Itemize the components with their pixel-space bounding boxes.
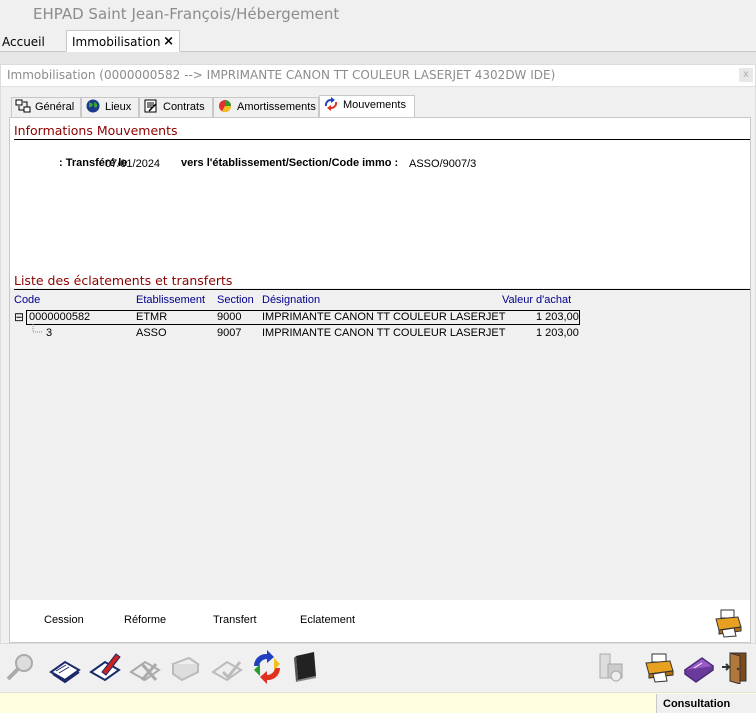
bottom-toolbar	[0, 648, 756, 690]
panel-title-text: Immobilisation (0000000582 --> IMPRIMANT…	[7, 68, 556, 82]
cell-designation: IMPRIMANTE CANON TT COULEUR LASERJET	[262, 311, 506, 323]
table-row[interactable]: 3 ASSO 9007 IMPRIMANTE CANON TT COULEUR …	[10, 324, 750, 341]
export-icon[interactable]	[682, 650, 716, 684]
transfert-link[interactable]: Transfert	[213, 614, 257, 626]
tab-immobilisation[interactable]: Immobilisation ×	[66, 30, 180, 52]
tab-mouvements-label: Mouvements	[343, 99, 406, 111]
tab-amortissements-label: Amortissements	[237, 101, 316, 113]
section-title-informations: Informations Mouvements	[14, 123, 750, 140]
tab-mouvements[interactable]: Mouvements	[319, 95, 415, 117]
destination-value: ASSO/9007/3	[409, 158, 477, 170]
destination-label: vers l'établissement/Section/Code immo :	[181, 157, 399, 169]
tab-general[interactable]: Général	[11, 97, 81, 117]
general-icon	[15, 99, 31, 113]
transfer-date: 07/01/2024	[105, 158, 161, 170]
cell-code: 3	[46, 327, 53, 339]
cell-valeur: 1 203,00	[536, 311, 579, 323]
cell-etablissement: ASSO	[136, 327, 167, 339]
tab-contrats-label: Contrats	[163, 101, 205, 113]
new-record-icon[interactable]	[48, 650, 82, 684]
chart-pie-icon	[219, 100, 231, 113]
subbar	[0, 52, 756, 64]
tab-lieux[interactable]: Lieux	[81, 97, 139, 117]
cell-section: 9007	[217, 327, 242, 339]
column-header-designation[interactable]: Désignation	[262, 294, 320, 306]
cell-valeur: 1 203,00	[536, 327, 579, 339]
edit-icon[interactable]	[88, 650, 122, 684]
column-header-section[interactable]: Section	[217, 294, 254, 306]
mouvements-content: Informations Mouvements : Transféré le 0…	[9, 117, 751, 643]
panel-close-icon[interactable]: x	[739, 68, 753, 82]
mode-indicator: Consultation	[656, 694, 756, 713]
cession-link[interactable]: Cession	[44, 614, 84, 626]
book-icon[interactable]	[288, 650, 322, 684]
app-window: EHPAD Saint Jean-François/Hébergement Ac…	[0, 0, 756, 713]
contract-icon	[144, 99, 157, 113]
column-header-valeur[interactable]: Valeur d'achat	[502, 294, 571, 306]
status-bar: Consultation	[0, 692, 756, 713]
reforme-link[interactable]: Réforme	[124, 614, 166, 626]
tab-accueil[interactable]: Accueil	[0, 31, 47, 53]
tab-lieux-label: Lieux	[105, 101, 132, 113]
printer-settings-icon[interactable]	[594, 650, 628, 684]
tree-branch-icon	[32, 324, 43, 333]
delete-icon[interactable]	[128, 650, 162, 684]
panel-title: Immobilisation (0000000582 --> IMPRIMANT…	[1, 65, 755, 87]
search-icon[interactable]	[4, 650, 38, 684]
column-header-code[interactable]: Code	[14, 294, 40, 306]
globe-icon	[86, 99, 100, 113]
section-title-liste: Liste des éclatements et transferts	[14, 273, 750, 290]
movements-icon	[324, 97, 338, 111]
tab-amortissements[interactable]: Amortissements	[213, 97, 319, 117]
tree-collapse-icon[interactable]: ⊟	[14, 310, 24, 324]
tab-close-icon[interactable]: ×	[163, 31, 174, 53]
immobilisation-panel: Immobilisation (0000000582 --> IMPRIMANT…	[0, 64, 756, 644]
printer-icon[interactable]	[712, 606, 744, 638]
tab-contrats[interactable]: Contrats	[139, 97, 213, 117]
exit-door-icon[interactable]	[720, 650, 754, 684]
eclatement-link[interactable]: Eclatement	[300, 614, 355, 626]
table-row[interactable]: ⊟ 0000000582 ETMR 9000 IMPRIMANTE CANON …	[10, 310, 750, 325]
cell-section: 9000	[217, 311, 242, 323]
cell-etablissement: ETMR	[136, 311, 168, 323]
print-icon[interactable]	[642, 650, 676, 684]
action-links: Cession Réforme Transfert Eclatement	[10, 600, 750, 642]
cell-designation: IMPRIMANTE CANON TT COULEUR LASERJET	[262, 327, 506, 339]
column-header-etablissement[interactable]: Etablissement	[136, 294, 205, 306]
refresh-icon[interactable]	[250, 650, 284, 684]
tab-immobilisation-label: Immobilisation	[72, 35, 161, 49]
archive-icon[interactable]	[168, 650, 202, 684]
validate-icon[interactable]	[210, 650, 244, 684]
tab-general-label: Général	[35, 101, 75, 113]
transfers-grid: Liste des éclatements et transferts Code…	[10, 273, 750, 600]
app-title: EHPAD Saint Jean-François/Hébergement	[33, 5, 340, 23]
cell-code: 0000000582	[29, 311, 91, 323]
document-tabs: Accueil Immobilisation ×	[0, 30, 756, 52]
